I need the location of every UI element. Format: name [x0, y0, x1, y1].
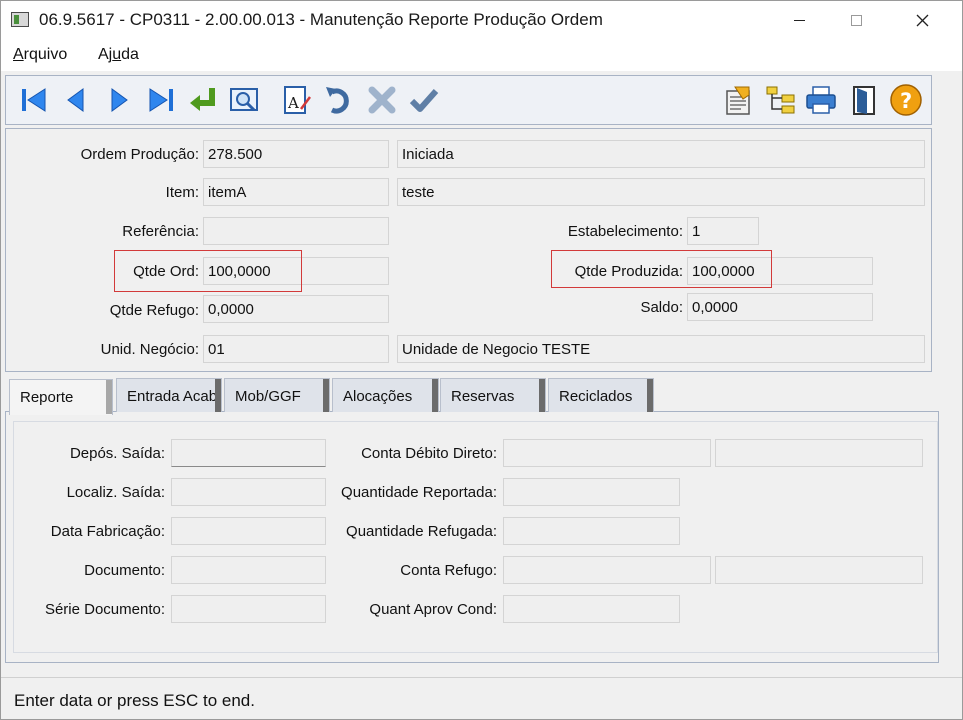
tab-reciclados[interactable]: Reciclados	[548, 378, 654, 412]
menu-bar: Arquivo Ajuda	[1, 39, 962, 71]
application-window: 06.9.5617 - CP0311 - 2.00.00.013 - Manut…	[0, 0, 963, 720]
help-icon: ?	[890, 84, 922, 116]
localiz-saida-field[interactable]	[171, 478, 326, 506]
exit-icon	[853, 86, 875, 115]
depos-saida-field[interactable]	[171, 439, 326, 467]
tab-reservas[interactable]: Reservas	[440, 378, 546, 412]
referencia-field[interactable]	[203, 217, 389, 245]
help-button[interactable]: ?	[888, 82, 924, 118]
exit-button[interactable]	[846, 82, 882, 118]
referencia-label: Referência:	[122, 223, 199, 240]
qtde-refugo-label: Qtde Refugo:	[109, 302, 199, 319]
edit-text-button[interactable]: A	[279, 82, 315, 118]
svg-text:A: A	[287, 94, 299, 112]
saldo-field[interactable]: 0,0000	[687, 293, 873, 321]
status-message: Enter data or press ESC to end.	[14, 691, 255, 710]
estabelecimento-label: Estabelecimento:	[567, 223, 683, 240]
ordem-producao-label: Ordem Produção:	[80, 146, 199, 163]
unid-negocio-field[interactable]: 01	[203, 335, 389, 363]
tab-mob-ggf[interactable]: Mob/GGF	[224, 378, 330, 412]
tab-alocacoes[interactable]: Alocações	[332, 378, 439, 412]
last-record-button[interactable]	[143, 82, 179, 118]
ordem-status-field: Iniciada	[397, 140, 925, 168]
title-bar: 06.9.5617 - CP0311 - 2.00.00.013 - Manut…	[1, 1, 962, 39]
confirm-icon	[409, 89, 439, 112]
unid-negocio-description-field: Unidade de Negocio TESTE	[397, 335, 925, 363]
window-title: 06.9.5617 - CP0311 - 2.00.00.013 - Manut…	[39, 10, 603, 29]
conta-refugo-field[interactable]	[503, 556, 711, 584]
previous-record-icon	[67, 88, 84, 112]
toolbar: A ?	[5, 75, 932, 125]
next-record-button[interactable]	[101, 82, 137, 118]
close-button[interactable]	[899, 1, 945, 39]
report-icon	[726, 86, 750, 115]
minimize-button[interactable]	[776, 1, 822, 39]
conta-refugo-description-field	[715, 556, 923, 584]
item-description-field: teste	[397, 178, 925, 206]
goto-button[interactable]	[185, 82, 221, 118]
tab-reporte[interactable]: Reporte	[9, 379, 113, 415]
last-record-icon	[149, 88, 173, 112]
status-bar: Enter data or press ESC to end.	[1, 677, 962, 719]
report-button[interactable]	[720, 82, 756, 118]
next-record-icon	[111, 88, 128, 112]
minimize-icon	[793, 19, 805, 21]
quantidade-refugada-label: Quantidade Refugada:	[346, 523, 497, 540]
serie-documento-label: Série Documento:	[44, 601, 165, 618]
qtde-ord-label: Qtde Ord:	[133, 263, 199, 280]
confirm-button[interactable]	[406, 82, 442, 118]
conta-refugo-label: Conta Refugo:	[400, 562, 497, 579]
data-fabricacao-field[interactable]	[171, 517, 326, 545]
print-button[interactable]	[803, 82, 839, 118]
quant-aprov-cond-field[interactable]	[503, 595, 680, 623]
depos-saida-label: Depós. Saída:	[69, 445, 165, 462]
quantidade-reportada-label: Quantidade Reportada:	[341, 484, 497, 501]
undo-icon	[326, 87, 349, 114]
quant-aprov-cond-label: Quant Aprov Cond:	[369, 601, 497, 618]
documento-field[interactable]	[171, 556, 326, 584]
close-icon	[916, 14, 928, 26]
cancel-icon	[368, 86, 396, 114]
hierarchy-button[interactable]	[763, 82, 799, 118]
app-icon	[11, 12, 29, 27]
estabelecimento-field[interactable]: 1	[687, 217, 759, 245]
quantidade-refugada-field[interactable]	[503, 517, 680, 545]
saldo-label: Saldo:	[640, 299, 683, 316]
conta-debito-direto-field[interactable]	[503, 439, 711, 467]
qtde-ord-field[interactable]: 100,0000	[203, 257, 389, 285]
qtde-produzida-label: Qtde Produzida:	[574, 263, 683, 280]
edit-text-icon: A	[284, 86, 311, 114]
menu-arquivo[interactable]: Arquivo	[13, 46, 67, 64]
undo-button[interactable]	[321, 82, 357, 118]
qtde-produzida-field[interactable]: 100,0000	[687, 257, 873, 285]
first-record-icon	[22, 88, 46, 112]
goto-icon	[190, 88, 215, 111]
svg-text:?: ?	[900, 89, 912, 113]
cancel-button[interactable]	[364, 82, 400, 118]
maximize-button[interactable]	[833, 1, 879, 39]
data-fabricacao-label: Data Fabricação:	[50, 523, 165, 540]
ordem-producao-field[interactable]: 278.500	[203, 140, 389, 168]
menu-ajuda[interactable]: Ajuda	[98, 46, 139, 64]
unid-negocio-label: Unid. Negócio:	[100, 341, 199, 358]
documento-label: Documento:	[84, 562, 165, 579]
localiz-saida-label: Localiz. Saída:	[66, 484, 165, 501]
conta-debito-direto-description-field	[715, 439, 923, 467]
previous-record-button[interactable]	[58, 82, 94, 118]
maximize-icon	[850, 14, 862, 26]
first-record-button[interactable]	[16, 82, 52, 118]
item-label: Item:	[165, 184, 199, 201]
hierarchy-icon	[766, 86, 795, 114]
search-icon	[230, 88, 258, 112]
qtde-refugo-field[interactable]: 0,0000	[203, 295, 389, 323]
print-icon	[806, 86, 836, 114]
quantidade-reportada-field[interactable]	[503, 478, 680, 506]
item-field[interactable]: itemA	[203, 178, 389, 206]
serie-documento-field[interactable]	[171, 595, 326, 623]
search-button[interactable]	[227, 82, 263, 118]
conta-debito-direto-label: Conta Débito Direto:	[361, 445, 497, 462]
tab-entrada-acabado[interactable]: Entrada Acabado	[116, 378, 222, 412]
